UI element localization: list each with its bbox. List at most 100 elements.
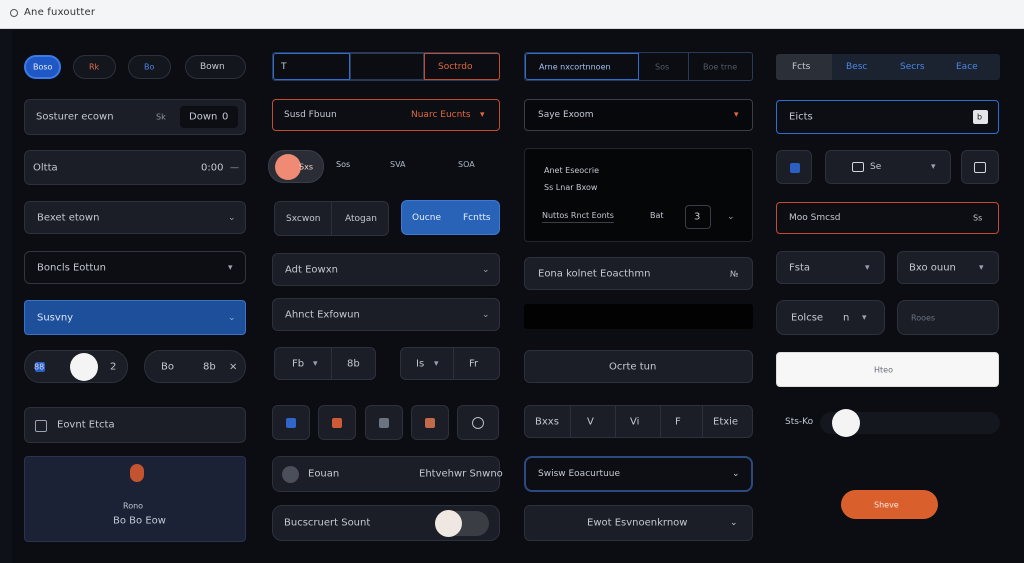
tab-arne[interactable]: Arne nxcortnnoen: [525, 53, 639, 80]
tool-orange[interactable]: [318, 405, 356, 440]
divider: [331, 202, 332, 235]
app-icon: [10, 9, 18, 17]
toggle-stepper[interactable]: 88 2: [24, 350, 128, 383]
dropdown-adt[interactable]: Adt Eowxn ⌄: [272, 253, 500, 286]
icon-button-b[interactable]: [961, 150, 999, 184]
tab-eace[interactable]: Eace: [956, 62, 978, 72]
doc-icon: [379, 418, 389, 428]
tab-bar-2: T Soctrdo: [272, 52, 500, 81]
chip-rk[interactable]: Rk: [73, 55, 116, 79]
seg-fcntts[interactable]: Fcntts: [463, 213, 491, 223]
input-rooes[interactable]: Rooes: [897, 300, 999, 335]
chip-primary[interactable]: Boso: [24, 55, 61, 79]
dropdown-fsta[interactable]: Fsta ▾: [776, 251, 885, 284]
tab-bar-4: Fcts Besc Secrs Eace: [776, 54, 1000, 80]
tab-besc[interactable]: Besc: [846, 62, 867, 72]
tab-sos[interactable]: Sos: [639, 53, 689, 80]
seg-etxie[interactable]: Etxie: [713, 416, 738, 427]
slider-knob[interactable]: [832, 409, 860, 437]
tool-orange2[interactable]: [411, 405, 449, 440]
segmented-control: Sxcwon Atogan: [274, 201, 389, 236]
tab-secrs[interactable]: Secrs: [900, 62, 925, 72]
slider-track[interactable]: [820, 409, 1000, 437]
dropdown-boncls[interactable]: Boncls Eottun ▾: [24, 251, 246, 284]
toggle-knob[interactable]: [70, 353, 98, 381]
dropdown-ahnct[interactable]: Ahnct Exfowun ⌄: [272, 298, 500, 331]
dropdown-saye[interactable]: Saye Exoom ▾: [524, 99, 753, 131]
tool-ring[interactable]: [457, 405, 499, 440]
tool-gray[interactable]: [365, 405, 403, 440]
divider: [615, 406, 616, 437]
tool-blue[interactable]: [272, 405, 310, 440]
profile-card: Rono Bo Bo Eow: [24, 456, 246, 542]
chip-bown[interactable]: Bown: [185, 55, 246, 79]
white-input[interactable]: Hteo: [776, 352, 999, 387]
divider: [570, 406, 571, 437]
tab-soctrdo[interactable]: Soctrdo: [424, 53, 500, 80]
segmented-bar: Bxxs V Vi F Etxie: [524, 405, 753, 438]
chevron-down-icon: ▾: [979, 262, 984, 273]
card-action[interactable]: Bat: [650, 211, 664, 220]
chevron-down-icon: ⌄: [727, 212, 735, 222]
pill-soa[interactable]: SOA: [458, 160, 475, 169]
tab-bar-3: Arne nxcortnnoen Sos Boe trne: [524, 52, 753, 81]
avatar: [282, 466, 299, 483]
search-button[interactable]: Down 0: [180, 106, 238, 128]
toggle-row[interactable]: Bucscruert Sount: [272, 505, 500, 541]
tab-empty[interactable]: [350, 53, 424, 80]
clipboard-icon[interactable]: b: [973, 110, 988, 124]
chevron-down-icon: ▾: [865, 262, 870, 273]
search-field[interactable]: Sosturer ecown Sk Down 0: [24, 99, 246, 135]
dropdown-eona[interactable]: Eona kolnet Eoacthmn №: [524, 257, 753, 290]
chevron-down-icon: ▾: [734, 110, 739, 120]
dropdown-moo[interactable]: Moo Smcsd Ss: [776, 202, 999, 234]
image-icon: [332, 418, 342, 428]
image-icon: [852, 162, 864, 172]
mini-stepper[interactable]: Bo 8b ×: [144, 350, 246, 383]
chevron-down-icon: ⌄: [228, 212, 236, 223]
divider: [660, 406, 661, 437]
dropdown-icon-select[interactable]: Se ▾: [825, 150, 951, 184]
dropdown-focused[interactable]: Swisw Eoacurtuue ⌄: [524, 456, 753, 492]
value-field[interactable]: Oltta 0:00 —: [24, 150, 246, 185]
chevron-down-icon: ⌄: [482, 264, 490, 275]
icon-button-a[interactable]: [776, 150, 812, 184]
chip-bo[interactable]: Bo: [128, 55, 171, 79]
pill-avatar[interactable]: Sxs: [268, 150, 324, 183]
primary-button[interactable]: Ocrte tun: [524, 350, 753, 383]
empty-input[interactable]: [524, 304, 753, 329]
dropdown-bexet[interactable]: Bexet etown ⌄: [24, 201, 246, 234]
list-row-eouan[interactable]: Eouan Ehtvehwr Snwno: [272, 456, 503, 492]
number-box[interactable]: 3: [685, 205, 711, 229]
pill-sos[interactable]: Sos: [336, 160, 350, 169]
divider: [702, 406, 703, 437]
dropdown-orange[interactable]: Susd Fbuun Nuarc Eucnts ▾: [272, 99, 500, 131]
dropdown-ewot[interactable]: Ewot Esvnoenkrnow ⌄: [524, 505, 753, 541]
sheve-button[interactable]: Sheve: [841, 490, 938, 519]
tab-boe[interactable]: Boe trne: [689, 53, 753, 80]
info-card: Anet Eseocrie Ss Lnar Bxow Nuttos Rnct E…: [524, 148, 753, 242]
seg-vi[interactable]: Vi: [630, 416, 639, 427]
toggle-switch[interactable]: [435, 510, 489, 537]
toggle-label: Sts-Ko: [785, 417, 814, 427]
seg-oucne[interactable]: Oucne: [412, 213, 441, 223]
checkbox[interactable]: [35, 420, 47, 432]
tab-t[interactable]: T: [273, 53, 350, 80]
seg-f[interactable]: F: [675, 416, 681, 427]
dropdown-bxo[interactable]: Bxo ouun ▾: [897, 251, 999, 284]
checkbox-row[interactable]: Eovnt Etcta: [24, 407, 246, 443]
toggle-knob[interactable]: [435, 510, 462, 537]
window-titlebar: Ane fuxoutter: [0, 0, 1024, 29]
dropdown-eolcse[interactable]: Eolcse n ▾: [776, 300, 885, 335]
seg-v[interactable]: V: [587, 416, 594, 427]
stepper-left[interactable]: Fb ▾ 8b: [274, 347, 376, 380]
seg-sxcwon[interactable]: Sxcwon: [286, 214, 320, 224]
seg-bxxs[interactable]: Bxxs: [535, 416, 559, 427]
chevron-down-icon: ▾: [480, 110, 485, 120]
stepper-right[interactable]: Is ▾ Fr: [400, 347, 500, 380]
input-eicts[interactable]: Eicts b: [776, 100, 999, 134]
dropdown-selected[interactable]: Susvny ⌄: [24, 300, 246, 335]
pill-sva[interactable]: SVA: [390, 160, 406, 169]
seg-atogan[interactable]: Atogan: [345, 214, 377, 224]
tab-fcts[interactable]: Fcts: [776, 54, 832, 80]
